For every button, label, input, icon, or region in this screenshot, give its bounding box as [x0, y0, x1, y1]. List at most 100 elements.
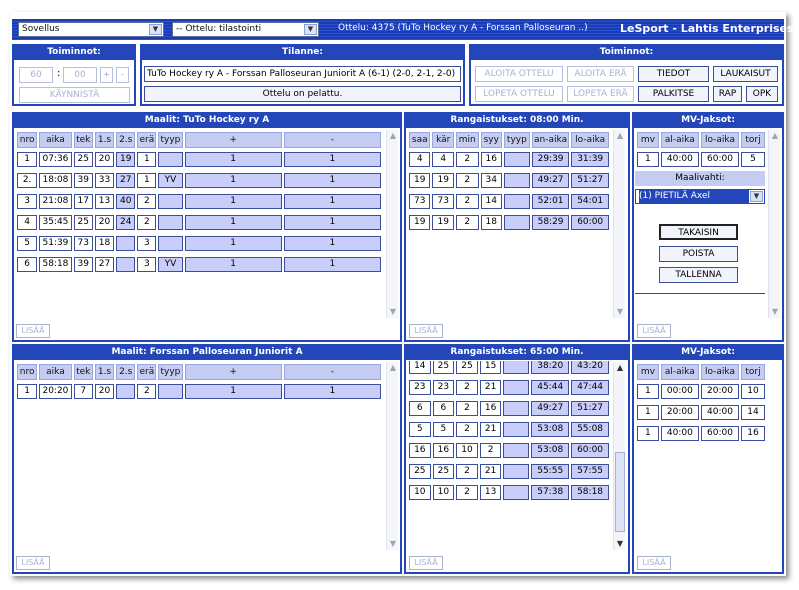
arrow-up-icon[interactable]: ▲: [387, 130, 399, 142]
cell-field[interactable]: 10: [432, 485, 455, 500]
cell-field[interactable]: [503, 215, 530, 230]
add-home-goal-button[interactable]: LISÄÄ: [16, 324, 50, 338]
add-away-penalty-button[interactable]: LISÄÄ: [409, 556, 443, 570]
cell-field[interactable]: 1: [283, 194, 381, 209]
cell-field[interactable]: [116, 384, 136, 399]
delete-button[interactable]: POISTA: [659, 246, 738, 262]
cell-field[interactable]: [158, 215, 183, 230]
cell-field[interactable]: 53:08: [531, 443, 570, 458]
cell-field[interactable]: 3: [17, 194, 38, 209]
chevron-down-icon[interactable]: ▼: [149, 24, 162, 35]
cell-field[interactable]: 1: [184, 384, 282, 399]
cell-field[interactable]: 1: [184, 257, 282, 272]
info-button[interactable]: TIEDOT: [638, 66, 709, 82]
cell-field[interactable]: 4: [432, 152, 454, 167]
cell-field[interactable]: 6: [432, 401, 455, 416]
cell-field[interactable]: 58:18: [571, 485, 609, 500]
cell-field[interactable]: [503, 380, 530, 395]
cell-field[interactable]: 53:08: [531, 422, 570, 437]
cell-field[interactable]: 60:00: [571, 215, 609, 230]
cell-field[interactable]: 16: [409, 443, 431, 458]
start-clock-button[interactable]: KÄYNNISTÄ: [19, 87, 130, 103]
cell-field[interactable]: 10: [741, 384, 765, 399]
cell-field[interactable]: [503, 194, 530, 209]
cell-field[interactable]: 07:36: [39, 152, 72, 167]
cell-field[interactable]: 49:27: [531, 173, 570, 188]
save-button[interactable]: TALLENNA: [659, 267, 738, 283]
cell-field[interactable]: 2: [455, 215, 479, 230]
cell-field[interactable]: 6: [409, 401, 431, 416]
cell-field[interactable]: 55:55: [531, 464, 570, 479]
cell-field[interactable]: 1: [184, 173, 282, 188]
arrow-down-icon[interactable]: ▼: [387, 306, 399, 318]
cell-field[interactable]: 20: [94, 215, 115, 230]
back-button[interactable]: TAKAISIN: [659, 224, 738, 240]
cell-field[interactable]: 18: [480, 215, 502, 230]
cell-field[interactable]: 19: [116, 152, 136, 167]
cell-field[interactable]: 20: [94, 152, 115, 167]
cell-field[interactable]: 40:00: [660, 152, 699, 167]
cell-field[interactable]: 2: [456, 401, 478, 416]
cell-field[interactable]: 27: [94, 257, 115, 272]
cell-field[interactable]: 57:55: [571, 464, 609, 479]
cell-field[interactable]: 1: [637, 384, 659, 399]
cell-field[interactable]: 60:00: [700, 152, 740, 167]
cell-field[interactable]: 51:27: [571, 401, 609, 416]
cell-field[interactable]: 2: [456, 380, 478, 395]
cell-field[interactable]: 1: [283, 384, 381, 399]
cell-field[interactable]: 1: [283, 152, 381, 167]
cell-field[interactable]: 23: [409, 380, 431, 395]
cell-field[interactable]: 14: [741, 405, 765, 420]
cell-field[interactable]: 4: [17, 215, 38, 230]
cell-field[interactable]: 24: [116, 215, 136, 230]
add-home-mv-button[interactable]: LISÄÄ: [637, 324, 671, 338]
cell-field[interactable]: 15: [479, 361, 502, 374]
cell-field[interactable]: 10: [409, 485, 431, 500]
app-select[interactable]: Sovellus ▼: [18, 22, 164, 37]
cell-field[interactable]: 29:39: [531, 152, 570, 167]
cell-field[interactable]: 19: [432, 215, 454, 230]
cell-field[interactable]: 16: [479, 401, 502, 416]
cell-field[interactable]: 10: [456, 443, 478, 458]
cell-field[interactable]: 13: [94, 194, 115, 209]
cell-field[interactable]: 2: [456, 464, 478, 479]
cell-field[interactable]: 25: [432, 464, 455, 479]
cell-field[interactable]: 1: [637, 405, 659, 420]
cell-field[interactable]: 58:29: [531, 215, 570, 230]
cell-field[interactable]: 5: [17, 236, 38, 251]
cell-field[interactable]: 47:44: [571, 380, 609, 395]
cell-field[interactable]: 25: [456, 361, 478, 374]
cell-field[interactable]: [503, 443, 530, 458]
add-home-penalty-button[interactable]: LISÄÄ: [409, 324, 443, 338]
goals-away-scrollbar[interactable]: ▲ ▼: [386, 362, 398, 550]
cell-field[interactable]: 3: [137, 257, 157, 272]
cell-field[interactable]: 19: [432, 173, 454, 188]
start-period-button[interactable]: ALOITA ERÄ: [567, 66, 634, 82]
clock-minus-button[interactable]: -: [116, 67, 129, 83]
cell-field[interactable]: 2: [455, 194, 479, 209]
cell-field[interactable]: 34: [480, 173, 502, 188]
add-away-goal-button[interactable]: LISÄÄ: [16, 556, 50, 570]
arrow-up-icon[interactable]: ▲: [387, 362, 399, 374]
cell-field[interactable]: 54:01: [571, 194, 609, 209]
cell-field[interactable]: 2: [137, 194, 157, 209]
chevron-down-icon[interactable]: ▼: [304, 24, 317, 35]
cell-field[interactable]: [503, 464, 530, 479]
cell-field[interactable]: 21:08: [39, 194, 72, 209]
cell-field[interactable]: 40:00: [660, 426, 699, 441]
cell-field[interactable]: 21: [479, 464, 502, 479]
cell-field[interactable]: 21: [479, 422, 502, 437]
cell-field[interactable]: 40: [116, 194, 136, 209]
penalties-home-scrollbar[interactable]: ▲ ▼: [613, 130, 625, 318]
cell-field[interactable]: 1: [637, 152, 659, 167]
end-period-button[interactable]: LOPETA ERÄ: [567, 86, 634, 102]
cell-field[interactable]: 52:01: [531, 194, 570, 209]
cell-field[interactable]: [503, 152, 530, 167]
arrow-up-icon[interactable]: ▲: [614, 130, 626, 142]
cell-field[interactable]: 51:27: [571, 173, 609, 188]
cell-field[interactable]: 19: [409, 215, 431, 230]
cell-field[interactable]: 25: [73, 215, 93, 230]
clock-seconds-field[interactable]: 00: [63, 67, 97, 83]
cell-field[interactable]: 58:18: [39, 257, 72, 272]
cell-field[interactable]: 00:00: [660, 384, 699, 399]
